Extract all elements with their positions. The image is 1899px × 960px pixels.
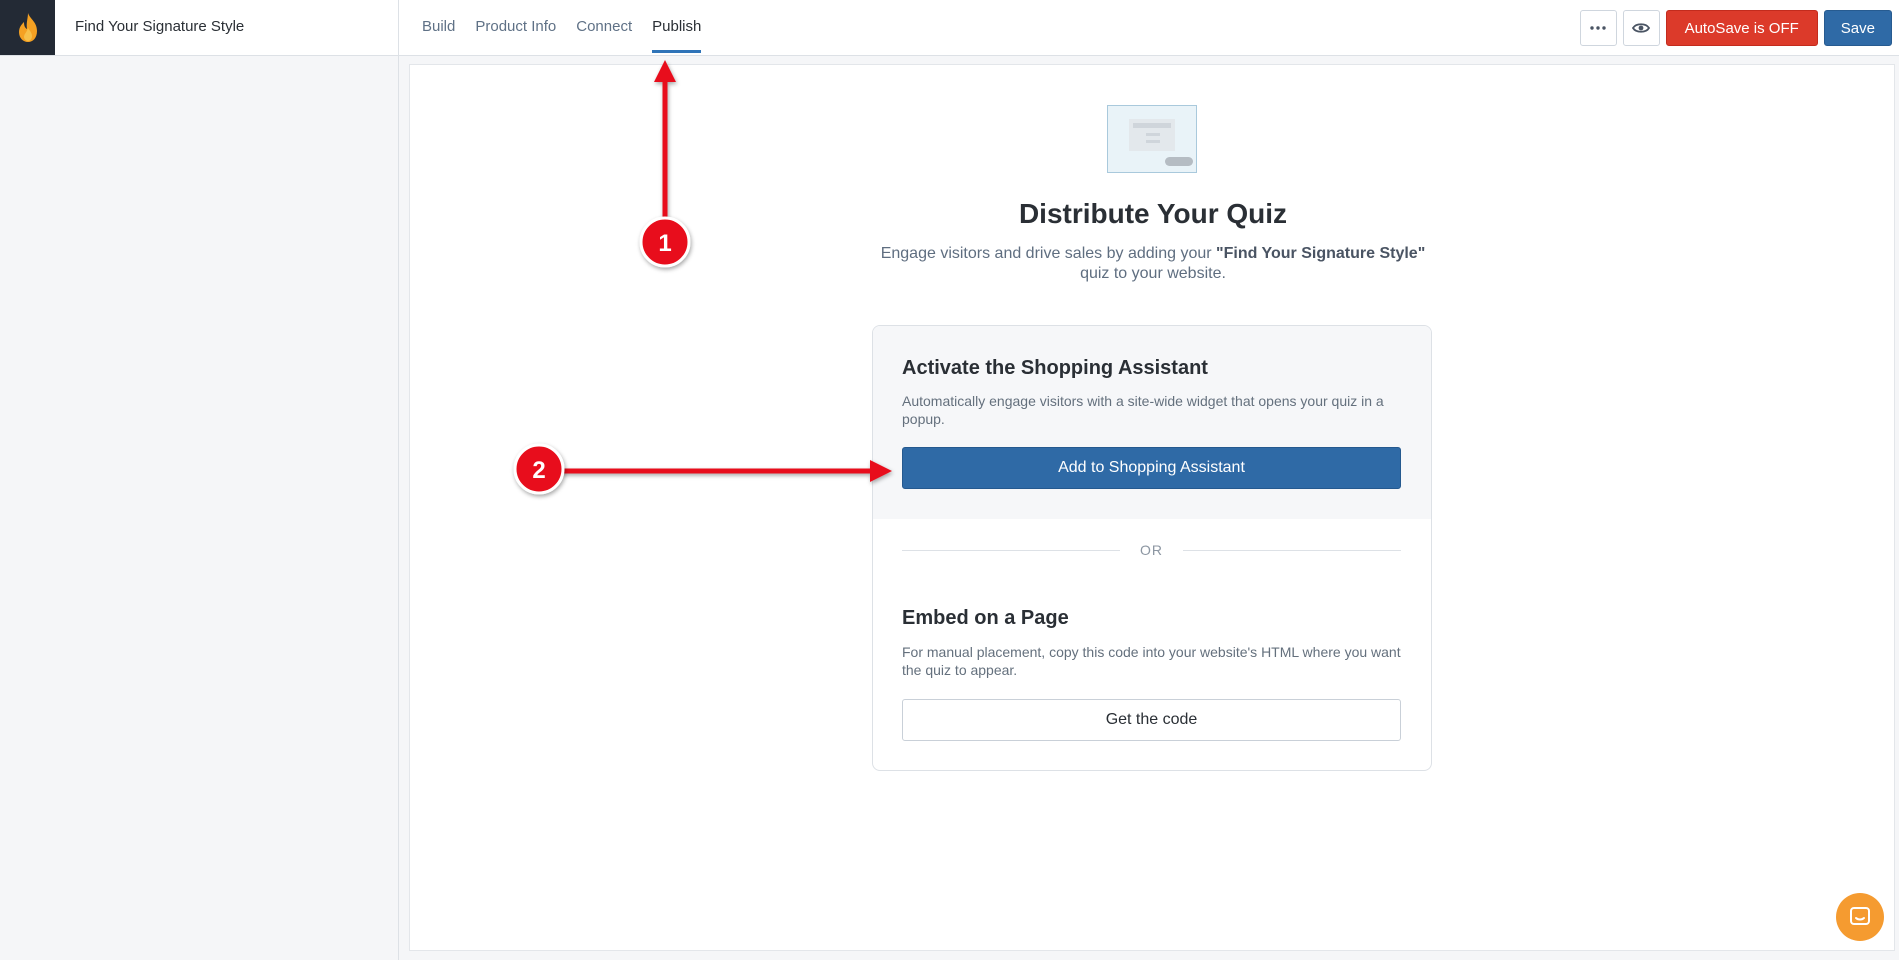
chat-icon bbox=[1850, 907, 1870, 925]
autosave-toggle-button[interactable]: AutoSave is OFF bbox=[1665, 10, 1818, 46]
main-tabs: Build Product Info Connect Publish bbox=[422, 0, 721, 56]
shopping-assistant-description: Automatically engage visitors with a sit… bbox=[902, 393, 1384, 427]
tab-publish[interactable]: Publish bbox=[652, 0, 702, 56]
embed-title: Embed on a Page bbox=[902, 607, 1069, 629]
app-logo[interactable] bbox=[0, 0, 55, 55]
subtitle-text-end: quiz to your website. bbox=[1080, 265, 1226, 282]
quiz-title: Find Your Signature Style bbox=[75, 18, 245, 35]
page-title: Distribute Your Quiz bbox=[1018, 198, 1288, 229]
left-sidebar bbox=[0, 56, 399, 960]
distribution-card: Activate the Shopping Assistant Automati… bbox=[872, 325, 1432, 771]
get-the-code-button[interactable]: Get the code bbox=[902, 699, 1401, 741]
or-label: OR bbox=[1140, 542, 1163, 558]
tab-product-info[interactable]: Product Info bbox=[475, 0, 556, 56]
subtitle-text-start: Engage visitors and drive sales by addin… bbox=[880, 245, 1217, 262]
ellipsis-icon bbox=[1590, 26, 1606, 30]
shopping-assistant-title: Activate the Shopping Assistant bbox=[902, 357, 1208, 379]
tab-build[interactable]: Build bbox=[422, 0, 455, 56]
or-separator: OR bbox=[902, 540, 1401, 560]
page-subtitle: Engage visitors and drive sales by addin… bbox=[870, 244, 1436, 284]
subtitle-quiz-name: "Find Your Signature Style" bbox=[1216, 245, 1426, 262]
more-options-button[interactable] bbox=[1579, 10, 1617, 46]
divider bbox=[398, 0, 399, 56]
add-to-shopping-assistant-button[interactable]: Add to Shopping Assistant bbox=[902, 447, 1401, 489]
quiz-embed-illustration bbox=[1107, 105, 1197, 173]
embed-description: For manual placement, copy this code int… bbox=[902, 644, 1401, 678]
save-button[interactable]: Save bbox=[1823, 10, 1892, 46]
preview-button[interactable] bbox=[1622, 10, 1660, 46]
chat-launcher-button[interactable] bbox=[1836, 893, 1884, 941]
tab-connect[interactable]: Connect bbox=[576, 0, 632, 56]
top-bar: Find Your Signature Style Build Product … bbox=[0, 0, 1899, 56]
eye-icon bbox=[1632, 23, 1651, 33]
top-actions: AutoSave is OFF Save bbox=[1579, 10, 1892, 46]
publish-panel: Distribute Your Quiz Engage visitors and… bbox=[409, 64, 1895, 951]
shopping-assistant-section: Activate the Shopping Assistant Automati… bbox=[873, 326, 1431, 519]
flame-icon bbox=[18, 12, 37, 42]
